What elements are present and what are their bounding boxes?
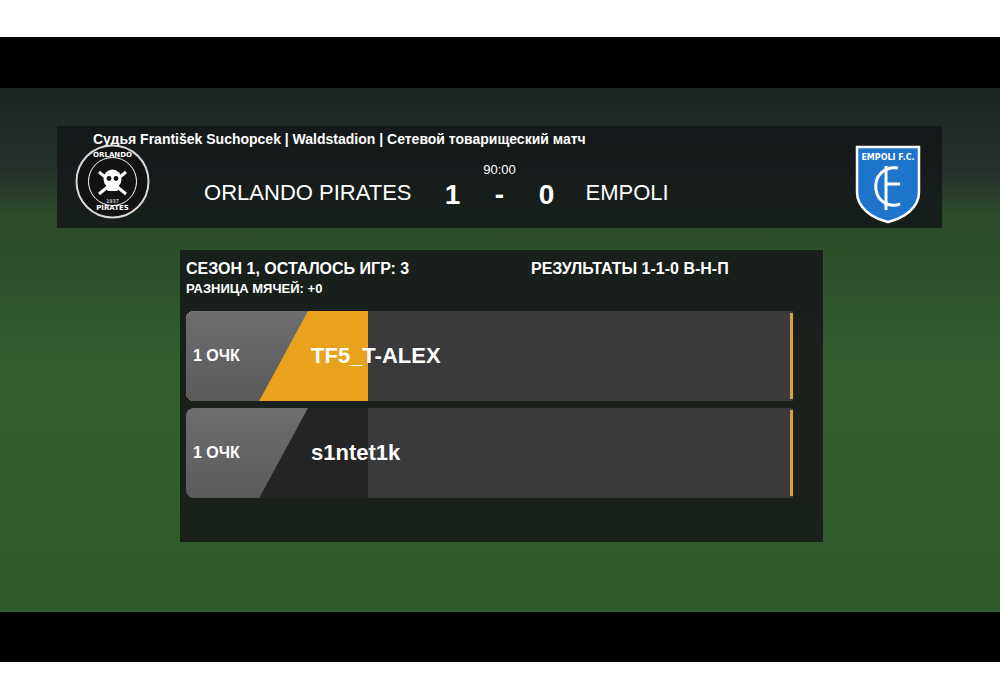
player-list: 1 ОЧКTF5_T-ALEX1 ОЧКs1ntet1k bbox=[186, 311, 817, 498]
away-team-name: EMPOLI bbox=[580, 180, 823, 222]
top-letterbox bbox=[0, 37, 1000, 88]
svg-text:ORLANDO: ORLANDO bbox=[93, 151, 132, 159]
svg-text:EMPOLI F.C.: EMPOLI F.C. bbox=[861, 153, 914, 162]
player-points: 1 ОЧК bbox=[186, 444, 311, 462]
match-clock: 90:00 bbox=[483, 162, 516, 178]
top-margin bbox=[0, 0, 1000, 37]
season-panel: СЕЗОН 1, ОСТАЛОСЬ ИГР: 3РЕЗУЛЬТАТЫ 1-1-0… bbox=[180, 250, 823, 542]
score-block: 90:001-0 bbox=[420, 152, 580, 222]
season-title: СЕЗОН 1, ОСТАЛОСЬ ИГР: 3 bbox=[186, 258, 531, 280]
score-row: 1-0 bbox=[436, 178, 564, 212]
score-separator: - bbox=[470, 178, 530, 212]
player-name: TF5_T-ALEX bbox=[311, 335, 441, 377]
player-name: s1ntet1k bbox=[311, 432, 400, 474]
season-header: СЕЗОН 1, ОСТАЛОСЬ ИГР: 3РЕЗУЛЬТАТЫ 1-1-0… bbox=[186, 258, 817, 280]
svg-text:PIRATES: PIRATES bbox=[96, 204, 129, 212]
empoli-logo-icon: EMPOLI F.C. bbox=[854, 144, 922, 224]
away-logo: EMPOLI F.C. bbox=[822, 144, 932, 222]
bottom-letterbox bbox=[0, 612, 1000, 662]
game-scene: Судья František Suchopcek | Waldstadion … bbox=[0, 88, 1000, 612]
home-team-name: ORLANDO PIRATES bbox=[177, 180, 420, 222]
away-score: 0 bbox=[530, 178, 564, 212]
home-logo: ORLANDO PIRATES1937 bbox=[67, 144, 177, 222]
svg-text:1937: 1937 bbox=[106, 198, 119, 204]
orlando-pirates-logo-icon: ORLANDO PIRATES1937 bbox=[75, 144, 150, 219]
player-points: 1 ОЧК bbox=[186, 347, 311, 365]
goal-difference: РАЗНИЦА МЯЧЕЙ: +0 bbox=[186, 280, 817, 298]
bottom-margin bbox=[0, 662, 1000, 700]
player-bar: 1 ОЧКTF5_T-ALEX bbox=[186, 311, 793, 401]
match-scoreboard: Судья František Suchopcek | Waldstadion … bbox=[57, 126, 942, 228]
screen: Судья František Suchopcek | Waldstadion … bbox=[0, 0, 1000, 700]
home-score: 1 bbox=[436, 178, 470, 212]
season-results: РЕЗУЛЬТАТЫ 1-1-0 В-Н-П bbox=[531, 258, 817, 280]
match-info: Судья František Suchopcek | Waldstadion … bbox=[67, 126, 932, 152]
player-bar: 1 ОЧКs1ntet1k bbox=[186, 408, 793, 498]
